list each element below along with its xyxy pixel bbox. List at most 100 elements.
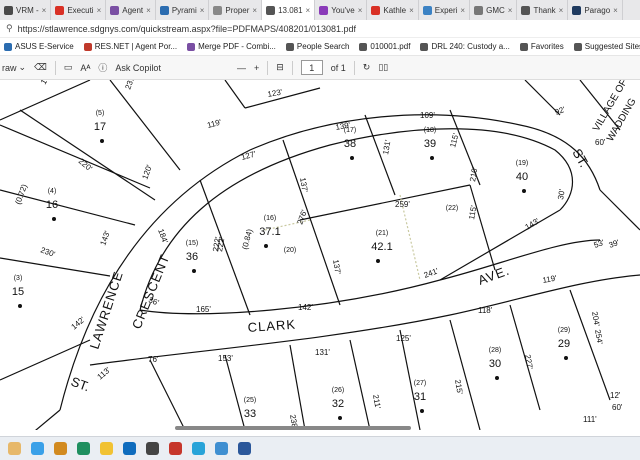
acrobat-icon[interactable] [169,442,182,455]
favorite-link[interactable]: Merge PDF - Combi... [187,42,276,51]
favorite-link[interactable]: 010001.pdf [359,42,410,51]
lot-dimension-label: 137' [298,177,310,194]
browser-tab[interactable]: You've × [315,0,368,20]
parcel-number: (3) [14,275,23,282]
page-number-input[interactable]: 1 [300,60,323,75]
fit-page-icon: ⊟ [276,62,284,72]
tab-label: Executi [67,5,94,15]
browser-tab[interactable]: Executi × [51,0,107,20]
lot-dimension-label: 109' [420,111,435,120]
parcel-id: 33 [244,408,256,420]
lot-dimension-label: 220' [77,157,95,174]
parcel-id: 32 [332,398,344,410]
acreage-label: (0.72) [13,183,29,206]
tab-favicon-icon [474,5,484,15]
parcel-number: (15) [186,240,198,247]
parcel-dot [192,269,196,273]
favorite-link[interactable]: Suggested Sites (2) [573,42,640,51]
close-tab-icon[interactable]: × [409,6,414,15]
address-url[interactable]: https://stlawrence.sdgnys.com/quickstrea… [18,24,356,34]
favorite-label: Favorites [530,42,564,51]
parcel-number: (22) [446,205,458,212]
app-icon[interactable] [192,442,205,455]
browser-tab[interactable]: Pyrami × [156,0,210,20]
close-tab-icon[interactable]: × [559,6,564,15]
fit-page-button[interactable]: ⊟ [276,62,284,73]
favorite-icon [83,42,92,51]
parcel-number: (28) [489,347,501,354]
browser-tab[interactable]: Experi × [419,0,471,20]
widgets-icon[interactable] [8,442,21,455]
rotate-button[interactable]: ↻ [363,62,371,73]
ask-copilot-button[interactable]: Ask Copilot [115,63,161,73]
favorite-link[interactable]: Favorites [519,42,564,51]
lot-dimension-label: 115' [467,204,478,220]
draw-button[interactable]: raw ⌄ [2,62,26,73]
edge-icon[interactable] [77,442,90,455]
page-view-button[interactable]: ▭ [64,62,73,73]
zoom-in-button[interactable]: + [254,63,259,73]
favorite-link[interactable]: People Search [285,42,349,51]
browser-tab[interactable]: 13.081 × [262,0,316,20]
favorite-link[interactable]: DRL 240: Custody a... [420,42,510,51]
pdf-map-canvas[interactable]: CRESCENT LAWRENCE ST. CLARK AVE. ST. VIL… [0,80,640,430]
close-tab-icon[interactable]: × [358,6,363,15]
close-tab-icon[interactable]: × [97,6,102,15]
address-bar[interactable]: ⚲ https://stlawrence.sdgnys.com/quickstr… [0,20,640,38]
close-tab-icon[interactable]: × [508,6,513,15]
close-tab-icon[interactable]: × [460,6,465,15]
close-tab-icon[interactable]: × [146,6,151,15]
rotate-icon: ↻ [362,62,371,72]
immersive-reader-button[interactable]: ⓘ [98,61,107,74]
chrome-icon[interactable] [215,442,228,455]
crescent-inner-edge [139,128,573,311]
parcel-id: 17 [94,121,106,133]
lot-dimension-label: 113' [96,365,113,381]
close-tab-icon[interactable]: × [306,6,311,15]
eraser-button[interactable]: ⌫ [34,62,47,73]
street-label-ave: AVE. [476,263,512,288]
favorite-link[interactable]: ASUS E-Service [4,42,74,51]
browser-tab[interactable]: VRM - × [0,0,52,20]
word-icon[interactable] [238,442,251,455]
parcel-number: (18) [424,127,436,134]
lot-dimension-label: 12' [610,391,621,400]
browser-tab[interactable]: Kathle × [367,0,419,20]
browser-tab[interactable]: Thank × [517,0,569,20]
site-info-icon[interactable]: ⚲ [6,23,13,34]
app-icon[interactable] [31,442,44,455]
toolbar-divider [291,60,293,75]
close-tab-icon[interactable]: × [42,6,47,15]
file-explorer-icon[interactable] [100,442,113,455]
parcel-number: (19) [516,160,528,167]
parcel-id: 16 [46,199,58,211]
parcel-number: (5) [96,110,105,117]
tab-label: Parago [584,5,611,15]
boundary-line [109,80,181,171]
close-tab-icon[interactable]: × [613,6,618,15]
horizontal-scrollbar[interactable] [175,426,411,430]
lot-dimension-label: 119' [206,117,223,130]
parcel-number: (26) [332,387,344,394]
parcel-dot [420,409,424,413]
app-icon[interactable] [146,442,159,455]
favorite-label: Suggested Sites (2) [584,42,640,51]
browser-tab[interactable]: GMC × [470,0,518,20]
close-tab-icon[interactable]: × [200,6,205,15]
browser-tab[interactable]: Agent × [106,0,156,20]
app-icon[interactable] [54,442,67,455]
boundary-line [19,109,156,201]
parcel-dot [18,304,22,308]
read-aloud-button[interactable]: Aᴬ [80,63,90,73]
lot-line [149,359,186,430]
outlook-icon[interactable] [123,442,136,455]
browser-tab[interactable]: Parago × [568,0,623,20]
close-tab-icon[interactable]: × [252,6,257,15]
toolbar-divider [267,60,269,75]
two-page-button[interactable]: ▯▯ [378,62,388,73]
browser-tab[interactable]: Proper × [209,0,263,20]
clark-ave-outer-edge [89,274,640,366]
boundary-line [244,87,321,109]
favorite-link[interactable]: RES.NET | Agent Por... [83,42,177,51]
zoom-out-button[interactable]: — [237,63,246,73]
